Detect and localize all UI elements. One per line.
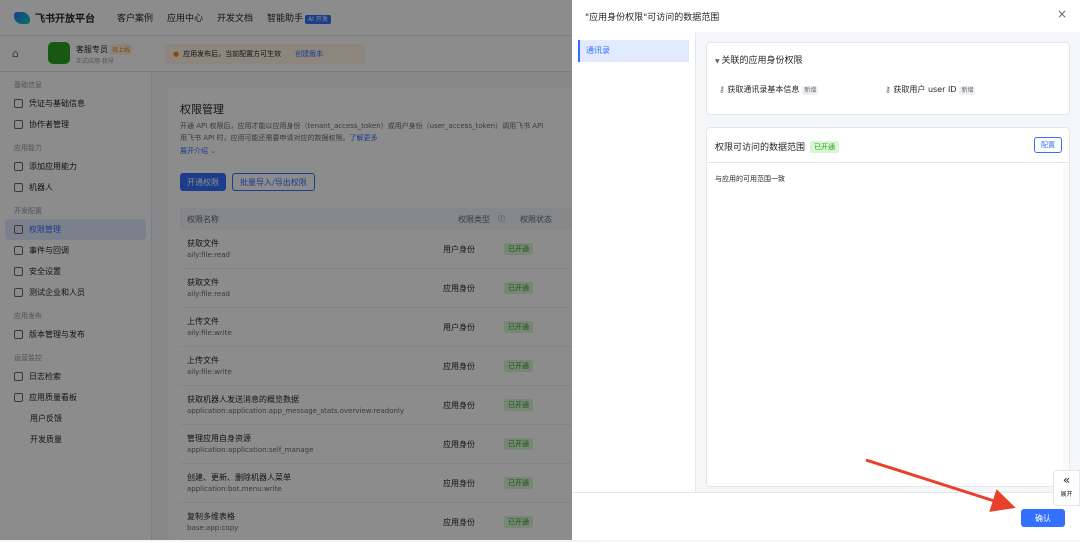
annotation-arrow — [865, 458, 1016, 512]
red-arrow — [865, 458, 1016, 512]
